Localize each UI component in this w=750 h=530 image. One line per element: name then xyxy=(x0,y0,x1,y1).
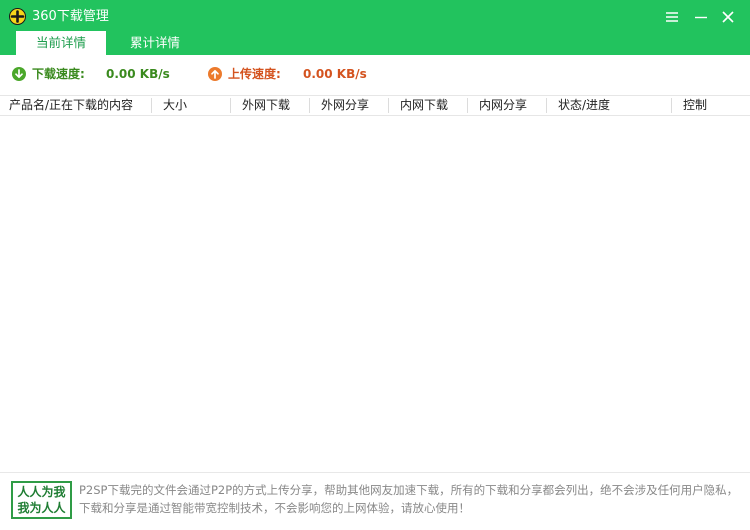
download-speed-value: 0.00 KB/s xyxy=(106,67,170,81)
table-header: 产品名/正在下载的内容 大小 外网下载 外网分享 内网下载 内网分享 状态/进度… xyxy=(0,95,750,116)
tab-cumulative-details[interactable]: 累计详情 xyxy=(110,31,200,55)
upload-speed-value: 0.00 KB/s xyxy=(303,67,367,81)
close-icon xyxy=(722,11,734,23)
tab-current-details[interactable]: 当前详情 xyxy=(16,31,106,55)
badge-line-1: 人人为我 xyxy=(17,485,66,499)
column-header-internal-download[interactable]: 内网下载 xyxy=(390,96,466,115)
column-header-name[interactable]: 产品名/正在下载的内容 xyxy=(0,96,150,115)
column-header-control[interactable]: 控制 xyxy=(673,96,750,115)
app-logo-icon xyxy=(9,8,26,25)
hamburger-icon xyxy=(666,12,678,22)
download-arrow-icon xyxy=(12,67,26,81)
column-divider[interactable] xyxy=(230,98,231,113)
title-bar: 360下载管理 当前详情 累计详情 xyxy=(0,0,750,55)
window-title: 360下载管理 xyxy=(32,9,109,24)
download-speed-label: 下载速度: xyxy=(32,67,85,81)
speed-bar: 下载速度: 0.00 KB/s 上传速度: 0.00 KB/s xyxy=(0,55,750,95)
footer: 人人为我 我为人人 P2SP下载完的文件会通过P2P的方式上传分享，帮助其他网友… xyxy=(0,472,750,530)
p2p-notice-text: P2SP下载完的文件会通过P2P的方式上传分享，帮助其他网友加速下载，所有的下载… xyxy=(79,483,739,515)
column-header-external-download[interactable]: 外网下载 xyxy=(232,96,308,115)
column-divider[interactable] xyxy=(388,98,389,113)
upload-arrow-icon xyxy=(208,67,222,81)
menu-button[interactable] xyxy=(664,9,680,25)
upload-speed-label: 上传速度: xyxy=(228,67,281,81)
column-divider[interactable] xyxy=(151,98,152,113)
column-divider[interactable] xyxy=(467,98,468,113)
download-list[interactable] xyxy=(0,116,750,472)
badge-line-2: 我为人人 xyxy=(17,501,66,515)
p2p-badge: 人人为我 我为人人 xyxy=(11,481,72,519)
column-header-size[interactable]: 大小 xyxy=(153,96,229,115)
close-button[interactable] xyxy=(720,9,736,25)
minimize-icon xyxy=(695,16,707,19)
minimize-button[interactable] xyxy=(693,9,709,25)
column-header-internal-share[interactable]: 内网分享 xyxy=(469,96,545,115)
column-header-status[interactable]: 状态/进度 xyxy=(548,96,670,115)
column-divider[interactable] xyxy=(671,98,672,113)
column-divider[interactable] xyxy=(546,98,547,113)
column-divider[interactable] xyxy=(309,98,310,113)
column-header-external-share[interactable]: 外网分享 xyxy=(311,96,387,115)
